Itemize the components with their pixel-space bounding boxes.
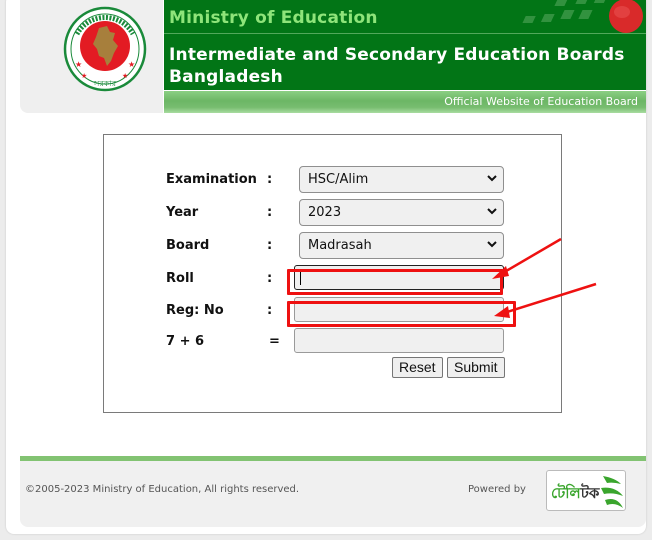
reg-no-label: Reg: No <box>166 303 224 318</box>
reg-no-row: Reg: No : <box>104 297 561 325</box>
chevron-down-icon <box>487 241 497 248</box>
chevron-down-icon <box>487 208 497 215</box>
separator: : <box>267 205 273 220</box>
svg-text:★: ★ <box>81 72 87 80</box>
site-title-line2: Bangladesh <box>169 67 283 87</box>
examination-label: Examination <box>166 172 257 187</box>
banner-divider <box>164 33 646 34</box>
captcha-row: 7 + 6 = <box>104 328 561 356</box>
year-select[interactable]: 2023 <box>299 199 504 226</box>
site-title-line1: Intermediate and Secondary Education Boa… <box>169 45 625 65</box>
text-cursor <box>300 270 301 285</box>
board-row: Board : Madrasah <box>104 232 561 260</box>
tagline-bar: Official Website of Education Board <box>164 91 646 113</box>
svg-text:★: ★ <box>128 60 135 69</box>
logo-panel: সরকার ★ ★ ★ ★ <box>20 0 163 113</box>
examination-value: HSC/Alim <box>308 172 369 187</box>
submit-button[interactable]: Submit <box>447 357 505 378</box>
year-value: 2023 <box>308 205 342 220</box>
copyright-text: ©2005-2023 Ministry of Education, All ri… <box>25 484 300 495</box>
site-title: Intermediate and Secondary Education Boa… <box>169 44 625 88</box>
separator: : <box>267 303 273 318</box>
page: সরকার ★ ★ ★ ★ Ministry of Education Inte… <box>6 0 646 534</box>
separator: : <box>267 238 273 253</box>
roll-row: Roll : <box>104 265 561 293</box>
footer: ©2005-2023 Ministry of Education, All ri… <box>20 461 646 527</box>
chevron-down-icon <box>487 175 497 182</box>
powered-by-text: Powered by <box>468 484 526 495</box>
svg-text:★: ★ <box>75 60 82 69</box>
reset-button[interactable]: Reset <box>392 357 443 378</box>
reg-no-input[interactable] <box>294 297 504 322</box>
board-label: Board <box>166 238 210 253</box>
svg-text:★: ★ <box>122 72 128 80</box>
board-select[interactable]: Madrasah <box>299 232 504 259</box>
captcha-question: 7 + 6 <box>166 334 205 349</box>
captcha-input[interactable] <box>294 328 504 353</box>
year-row: Year : 2023 <box>104 199 561 227</box>
svg-text:সরকার: সরকার <box>93 79 117 88</box>
roll-label: Roll <box>166 271 194 286</box>
equals-sign: = <box>269 334 280 349</box>
government-seal-icon: সরকার ★ ★ ★ ★ <box>63 6 147 92</box>
teletalk-leaf-icon <box>601 476 623 508</box>
board-value: Madrasah <box>308 238 372 253</box>
teletalk-logo-text: টেলিটক <box>551 484 600 502</box>
teletalk-logo[interactable]: টেলিটক <box>546 470 626 511</box>
separator: : <box>267 172 273 187</box>
flag-decoration-icon <box>522 0 643 33</box>
separator: : <box>267 271 273 286</box>
tagline: Official Website of Education Board <box>444 95 638 108</box>
header-banner: Ministry of Education Intermediate and S… <box>164 0 646 90</box>
result-form: Examination : HSC/Alim Year : 2023 Board… <box>103 134 562 413</box>
ministry-title: Ministry of Education <box>169 8 378 28</box>
examination-row: Examination : HSC/Alim <box>104 166 561 194</box>
year-label: Year <box>166 205 199 220</box>
examination-select[interactable]: HSC/Alim <box>299 166 504 193</box>
roll-input[interactable] <box>294 265 504 290</box>
